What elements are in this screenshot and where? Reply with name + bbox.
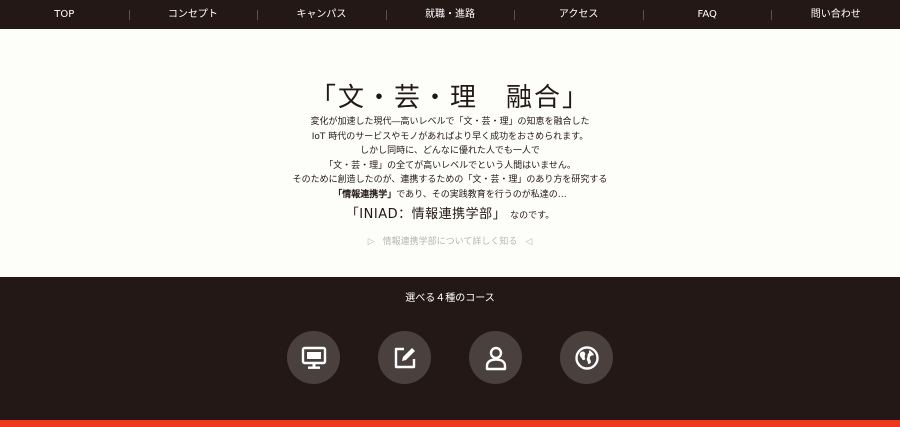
right-triangle-icon: ▷ <box>367 237 375 247</box>
hero-line: IoT 時代のサービスやモノがあればより早く成功をおさめられます。 <box>311 131 589 142</box>
course-button-engineering[interactable] <box>287 331 340 384</box>
hero-tagline-suffix: なのです。 <box>510 211 555 221</box>
accent-bar <box>0 420 900 427</box>
nav-item-contact[interactable]: 問い合わせ <box>771 0 900 29</box>
nav-item-concept[interactable]: コンセプト <box>128 0 258 29</box>
globe-icon <box>574 345 599 370</box>
hero-line-last: 「情報連携学」であり、その実践教育を行うのが私達の… <box>0 188 900 203</box>
edit-icon <box>394 347 415 368</box>
hero-line: しかし同時に、どんなに優れた人でも一人で <box>360 146 540 156</box>
person-icon <box>485 346 506 370</box>
nav-item-top[interactable]: TOP <box>0 0 129 29</box>
course-button-design[interactable] <box>378 331 431 384</box>
courses-section: 選べる４種のコース <box>0 277 900 420</box>
hero-line: そのために創造したのが、連携するための「文・芸・理」のあり方を研究する <box>292 175 608 185</box>
hero-tagline-main: 「INIAD：情報連携学部」 <box>345 207 507 222</box>
learn-more-link[interactable]: ▷ 情報連携学部について詳しく知る ◁ <box>0 234 900 247</box>
nav-item-access[interactable]: アクセス <box>514 0 643 29</box>
courses-title: 選べる４種のコース <box>405 293 495 304</box>
course-button-business[interactable] <box>469 331 522 384</box>
hero-line-rest: であり、その実践教育を行うのが私達の… <box>396 189 567 200</box>
left-triangle-icon: ◁ <box>525 237 533 247</box>
nav-item-faq[interactable]: FAQ <box>642 0 772 29</box>
learn-more-label: 情報連携学部について詳しく知る <box>382 237 518 247</box>
hero-line: 変化が加速した現代―高いレベルで「文・芸・理」の知恵を融合した <box>310 117 590 127</box>
nav-item-career[interactable]: 就職・進路 <box>385 0 515 29</box>
hero-tagline: 「INIAD：情報連携学部」 なのです。 <box>0 203 900 222</box>
hero-title: 「文・芸・理 融合」 <box>309 83 590 113</box>
monitor-icon <box>301 346 326 369</box>
hero-section: 「文・芸・理 融合」 変化が加速した現代―高いレベルで「文・芸・理」の知恵を融合… <box>0 29 900 277</box>
course-button-civil[interactable] <box>560 331 613 384</box>
hero-body: 変化が加速した現代―高いレベルで「文・芸・理」の知恵を融合した IoT 時代のサ… <box>0 115 900 202</box>
hero-bold-term: 「情報連携学」 <box>333 189 397 200</box>
global-nav: TOP コンセプト キャンパス 就職・進路 アクセス FAQ 問い合わせ <box>0 0 900 29</box>
nav-item-campus[interactable]: キャンパス <box>257 0 386 29</box>
hero-line: 「文・芸・理」の全てが高いレベルでという人間はいません。 <box>324 160 576 171</box>
